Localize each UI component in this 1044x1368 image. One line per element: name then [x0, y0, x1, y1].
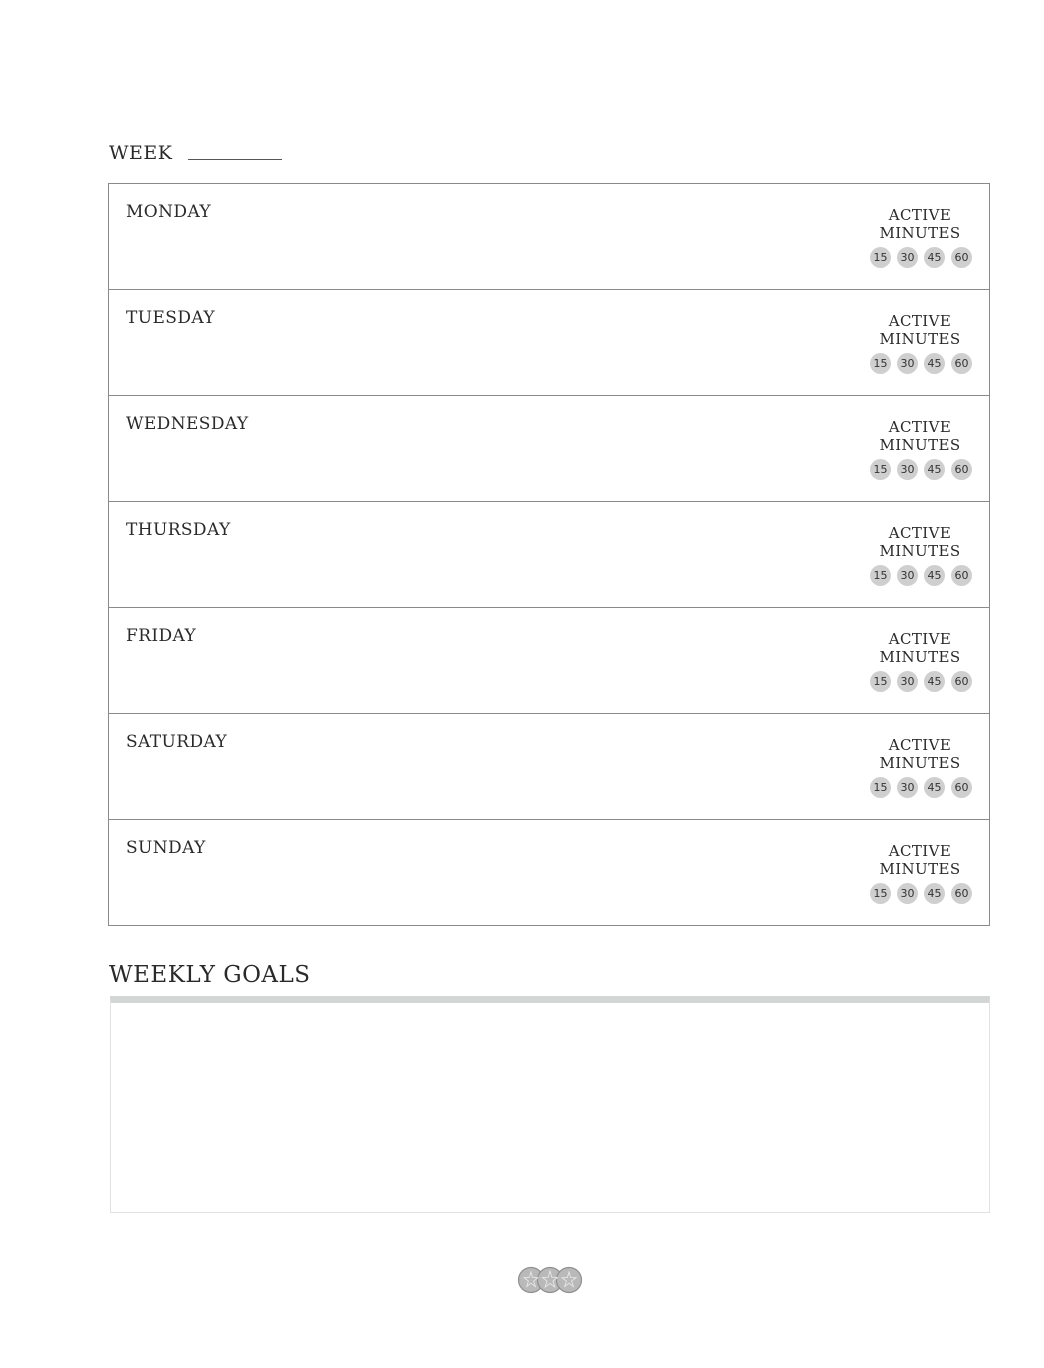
minute-option-45[interactable]: 45 — [924, 671, 945, 692]
active-minutes-block: ACTIVE MINUTES 15 30 45 60 — [865, 842, 975, 904]
minute-option-30[interactable]: 30 — [897, 459, 918, 480]
minute-option-15[interactable]: 15 — [870, 459, 891, 480]
minute-option-45[interactable]: 45 — [924, 777, 945, 798]
minute-option-45[interactable]: 45 — [924, 353, 945, 374]
minutes-label: MINUTES — [879, 330, 961, 348]
minute-option-30[interactable]: 30 — [897, 353, 918, 374]
three-star-circles-icon — [517, 1266, 583, 1294]
minute-option-60[interactable]: 60 — [951, 565, 972, 586]
minute-option-45[interactable]: 45 — [924, 459, 945, 480]
minutes-label: MINUTES — [879, 436, 961, 454]
minute-option-15[interactable]: 15 — [870, 247, 891, 268]
minute-option-60[interactable]: 60 — [951, 353, 972, 374]
minute-option-15[interactable]: 15 — [870, 883, 891, 904]
active-label: ACTIVE — [888, 736, 952, 754]
week-number-field[interactable] — [188, 158, 283, 160]
day-row-tuesday[interactable]: TUESDAY ACTIVE MINUTES 15 30 45 60 — [109, 290, 989, 396]
active-label: ACTIVE — [888, 312, 952, 330]
minute-option-45[interactable]: 45 — [924, 565, 945, 586]
minute-option-45[interactable]: 45 — [924, 247, 945, 268]
active-minutes-block: ACTIVE MINUTES 15 30 45 60 — [865, 630, 975, 692]
minute-options: 15 30 45 60 — [865, 459, 975, 480]
week-header: WEEK — [109, 140, 283, 166]
minute-option-60[interactable]: 60 — [951, 883, 972, 904]
minute-option-30[interactable]: 30 — [897, 671, 918, 692]
minute-options: 15 30 45 60 — [865, 247, 975, 268]
minute-options: 15 30 45 60 — [865, 353, 975, 374]
days-table: MONDAY ACTIVE MINUTES 15 30 45 60 TUESDAY ACTIVE… — [108, 183, 990, 926]
minute-option-15[interactable]: 15 — [870, 671, 891, 692]
minute-option-30[interactable]: 30 — [897, 777, 918, 798]
minute-option-30[interactable]: 30 — [897, 247, 918, 268]
weekly-goals-box[interactable] — [110, 996, 990, 1213]
minutes-label: MINUTES — [879, 542, 961, 560]
day-name: SUNDAY — [126, 838, 206, 858]
day-name: THURSDAY — [126, 520, 231, 540]
minutes-label: MINUTES — [879, 860, 961, 878]
minute-option-30[interactable]: 30 — [897, 883, 918, 904]
day-name: FRIDAY — [126, 626, 197, 646]
minutes-label: MINUTES — [879, 224, 961, 242]
minute-options: 15 30 45 60 — [865, 883, 975, 904]
day-name: SATURDAY — [126, 732, 228, 752]
day-row-monday[interactable]: MONDAY ACTIVE MINUTES 15 30 45 60 — [109, 184, 989, 290]
active-label: ACTIVE — [888, 842, 952, 860]
weekly-goals-title: WEEKLY GOALS — [109, 962, 311, 988]
day-name: WEDNESDAY — [126, 414, 249, 434]
week-label: WEEK — [109, 142, 173, 164]
active-minutes-block: ACTIVE MINUTES 15 30 45 60 — [865, 206, 975, 268]
active-label: ACTIVE — [888, 630, 952, 648]
minute-option-45[interactable]: 45 — [924, 883, 945, 904]
minute-option-60[interactable]: 60 — [951, 247, 972, 268]
day-row-thursday[interactable]: THURSDAY ACTIVE MINUTES 15 30 45 60 — [109, 502, 989, 608]
day-name: MONDAY — [126, 202, 212, 222]
active-minutes-block: ACTIVE MINUTES 15 30 45 60 — [865, 312, 975, 374]
day-row-sunday[interactable]: SUNDAY ACTIVE MINUTES 15 30 45 60 — [109, 820, 989, 925]
minute-option-15[interactable]: 15 — [870, 353, 891, 374]
active-label: ACTIVE — [888, 206, 952, 224]
minutes-label: MINUTES — [879, 754, 961, 772]
minute-options: 15 30 45 60 — [865, 671, 975, 692]
minute-option-30[interactable]: 30 — [897, 565, 918, 586]
active-minutes-block: ACTIVE MINUTES 15 30 45 60 — [865, 524, 975, 586]
minute-options: 15 30 45 60 — [865, 565, 975, 586]
day-row-wednesday[interactable]: WEDNESDAY ACTIVE MINUTES 15 30 45 60 — [109, 396, 989, 502]
minute-option-60[interactable]: 60 — [951, 459, 972, 480]
minute-option-15[interactable]: 15 — [870, 777, 891, 798]
minutes-label: MINUTES — [879, 648, 961, 666]
minute-option-60[interactable]: 60 — [951, 777, 972, 798]
active-minutes-block: ACTIVE MINUTES 15 30 45 60 — [865, 418, 975, 480]
active-minutes-block: ACTIVE MINUTES 15 30 45 60 — [865, 736, 975, 798]
day-row-saturday[interactable]: SATURDAY ACTIVE MINUTES 15 30 45 60 — [109, 714, 989, 820]
minute-option-60[interactable]: 60 — [951, 671, 972, 692]
day-name: TUESDAY — [126, 308, 215, 328]
active-label: ACTIVE — [888, 418, 952, 436]
minute-options: 15 30 45 60 — [865, 777, 975, 798]
active-label: ACTIVE — [888, 524, 952, 542]
minute-option-15[interactable]: 15 — [870, 565, 891, 586]
day-row-friday[interactable]: FRIDAY ACTIVE MINUTES 15 30 45 60 — [109, 608, 989, 714]
